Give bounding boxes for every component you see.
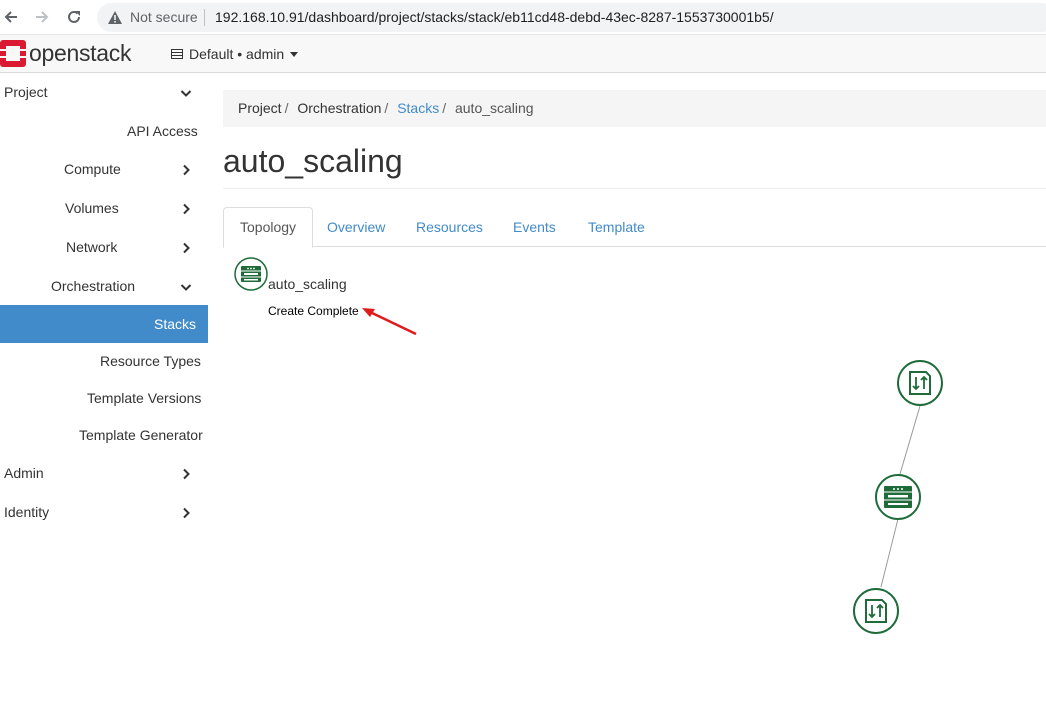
security-label[interactable]: Not secure (130, 9, 198, 25)
topology-link (899, 405, 921, 475)
breadcrumb-separator: / (284, 100, 289, 116)
app-header: openstack Default • admin (0, 35, 1046, 73)
sidebar-item-label: Stacks (154, 316, 197, 332)
address-bar[interactable]: Not secure 192.168.10.91/dashboard/proje… (97, 3, 1046, 32)
stack-node-icon[interactable] (233, 256, 269, 292)
breadcrumb-project: Project (238, 100, 282, 116)
sidebar-item-project[interactable]: Project (0, 80, 208, 104)
forward-icon[interactable] (31, 6, 53, 28)
openstack-logo-icon (0, 39, 26, 67)
stack-tabs: Topology Overview Resources Events Templ… (223, 207, 1046, 248)
page-title: auto_scaling (223, 143, 403, 179)
stack-status: Create Complete (268, 304, 359, 318)
breadcrumb-current: auto_scaling (454, 100, 534, 116)
sidebar-item-api-access[interactable]: API Access (0, 119, 208, 143)
sidebar-item-label: Compute (64, 161, 121, 177)
chevron-right-icon (183, 468, 190, 480)
chevron-right-icon (183, 203, 190, 215)
sidebar-item-label: Template Versions (87, 390, 202, 406)
sidebar-item-label: Resource Types (100, 353, 201, 369)
chevron-down-icon (180, 90, 192, 97)
server-group-node-icon[interactable] (875, 474, 921, 520)
breadcrumb: Project / Orchestration / Stacks / auto_sca… (223, 90, 1046, 127)
openstack-logo[interactable]: openstack (0, 39, 131, 67)
annotation-arrow (362, 308, 417, 336)
sidebar-item-template-generator[interactable]: Template Generator (0, 423, 208, 447)
sidebar-item-label: Admin (4, 465, 44, 481)
sidebar-item-label: API Access (127, 123, 198, 139)
breadcrumb-separator: / (384, 100, 389, 116)
sidebar-item-template-versions[interactable]: Template Versions (0, 386, 208, 410)
logo-text: openstack (29, 39, 132, 66)
caret-down-icon (290, 51, 299, 57)
sidebar-item-label: Template Generator (79, 427, 203, 443)
breadcrumb-stacks-link[interactable]: Stacks (397, 100, 439, 116)
topology-link (880, 518, 899, 588)
sidebar-item-label: Volumes (65, 200, 119, 216)
url-text[interactable]: 192.168.10.91/dashboard/project/stacks/s… (215, 9, 774, 25)
breadcrumb-separator: / (442, 100, 447, 116)
stack-name: auto_scaling (268, 276, 347, 292)
project-context-menu[interactable]: Default • admin (171, 46, 299, 62)
topology-graph (853, 360, 943, 634)
sidebar-item-label: Network (66, 239, 118, 255)
reload-icon[interactable] (63, 6, 85, 28)
sidebar-item-label: Project (4, 84, 48, 100)
divider (204, 9, 205, 26)
back-icon[interactable] (0, 6, 22, 28)
port-node-icon[interactable] (853, 588, 899, 634)
server-icon (171, 49, 183, 59)
context-label: Default • admin (189, 46, 285, 62)
sidebar-item-label: Identity (4, 504, 50, 520)
warning-icon[interactable] (107, 10, 123, 28)
chevron-right-icon (183, 242, 190, 254)
sidebar-item-identity[interactable]: Identity (0, 500, 208, 524)
divider (223, 188, 1046, 189)
chevron-down-icon (180, 284, 192, 291)
tab-events[interactable]: Events (513, 207, 556, 247)
sidebar-item-network[interactable]: Network (0, 235, 208, 259)
sidebar-item-compute[interactable]: Compute (0, 157, 208, 181)
chevron-right-icon (183, 164, 190, 176)
sidebar-item-label: Orchestration (51, 278, 136, 294)
sidebar-item-stacks[interactable]: Stacks (0, 305, 208, 343)
tab-template[interactable]: Template (588, 207, 645, 247)
sidebar-item-admin[interactable]: Admin (0, 461, 208, 485)
sidebar-item-orchestration[interactable]: Orchestration (0, 274, 208, 298)
tab-topology[interactable]: Topology (223, 207, 314, 248)
tab-resources[interactable]: Resources (416, 207, 483, 247)
tab-overview[interactable]: Overview (327, 207, 385, 247)
sidebar-item-volumes[interactable]: Volumes (0, 196, 208, 220)
browser-toolbar: Not secure 192.168.10.91/dashboard/proje… (0, 0, 1046, 35)
sidebar-item-resource-types[interactable]: Resource Types (0, 349, 208, 373)
breadcrumb-orchestration: Orchestration (297, 100, 382, 116)
chevron-right-icon (183, 507, 190, 519)
sidebar: Project API Access Compute Volumes Netwo… (0, 73, 208, 708)
port-node-icon[interactable] (897, 360, 943, 406)
